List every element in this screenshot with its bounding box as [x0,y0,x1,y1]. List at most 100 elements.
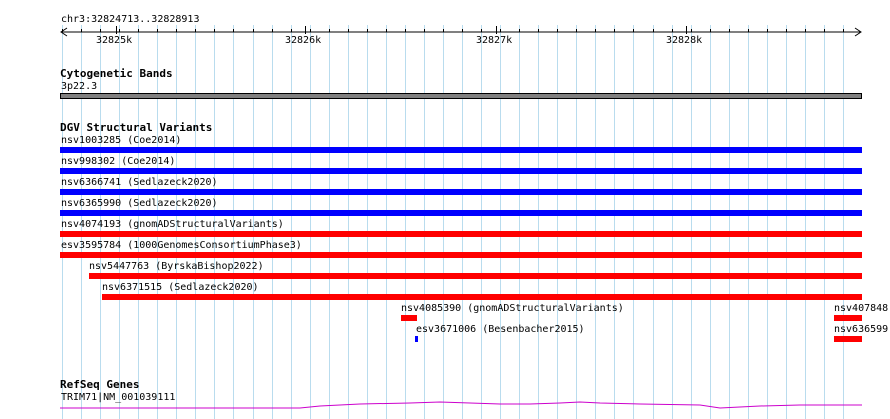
ruler-minor-tick [119,29,120,32]
ruler-minor-tick [843,29,844,32]
ruler-minor-tick [310,29,311,32]
ruler-minor-tick [291,29,292,32]
track-title-refseq: RefSeq Genes [60,378,140,391]
ruler-minor-tick [576,29,577,32]
feature-label: esv3671006 (Besenbacher2015) [416,324,585,335]
variant-bar[interactable] [60,147,862,153]
grid-line [729,25,730,419]
ruler-minor-tick [272,29,273,32]
ruler-minor-tick [729,29,730,32]
track-title-cytobands: Cytogenetic Bands [60,67,173,80]
grid-line [481,25,482,419]
ruler-minor-tick [233,29,234,32]
grid-line [614,25,615,419]
ruler-minor-tick [481,29,482,32]
ruler-minor-tick [405,29,406,32]
grid-line [805,25,806,419]
grid-line [329,25,330,419]
ruler-minor-tick [367,29,368,32]
ruler-minor-tick [672,29,673,32]
grid-line [424,25,425,419]
ruler-minor-tick [653,29,654,32]
ruler-minor-tick [329,29,330,32]
genome-browser-panel: chr3:32824713..32828913 32825k 32826k 3282… [0,0,890,419]
ruler-minor-tick [176,29,177,32]
ruler-minor-tick [691,29,692,32]
grid-line [653,25,654,419]
feature-label: nsv5447763 (ByrskaBishop2022) [89,261,264,272]
ruler-minor-tick [100,29,101,32]
feature-label: nsv6366741 (Sedlazeck2020) [61,177,218,188]
grid-line [500,25,501,419]
variant-bar[interactable] [60,231,862,237]
grid-line [633,25,634,419]
ruler-minor-tick [786,29,787,32]
variant-bar[interactable] [834,336,862,342]
grid-line [462,25,463,419]
ruler-minor-tick [538,29,539,32]
grid-line [405,25,406,419]
grid-line [691,25,692,419]
grid-line [576,25,577,419]
grid-line [310,25,311,419]
feature-label: nsv4085390 (gnomADStructuralVariants) [401,303,624,314]
feature-label: nsv6371515 (Sedlazeck2020) [102,282,259,293]
grid-line [595,25,596,419]
grid-line [672,25,673,419]
grid-line [538,25,539,419]
variant-bar[interactable] [401,315,417,321]
grid-line [786,25,787,419]
feature-label: nsv4074193 (gnomADStructuralVariants) [61,219,284,230]
grid-line [710,25,711,419]
ruler-minor-tick [595,29,596,32]
variant-bar[interactable] [102,294,862,300]
band-label: 3p22.3 [61,81,98,92]
feature-label: nsv407848 [834,303,889,314]
ruler-minor-tick [557,29,558,32]
variant-bar[interactable] [60,252,862,258]
ruler-minor-tick [138,29,139,32]
ruler-minor-tick [824,29,825,32]
variant-bar[interactable] [834,315,862,321]
grid-line [291,25,292,419]
variant-bar[interactable] [60,189,862,195]
feature-label: nsv1003285 (Coe2014) [61,135,182,146]
ruler-minor-tick [805,29,806,32]
ruler-major-tick [496,26,497,34]
variant-bar[interactable] [60,210,862,216]
grid-line [557,25,558,419]
ruler-tick-label: 32825k [96,35,133,46]
grid-line [748,25,749,419]
ruler-major-tick [305,26,306,34]
cytoband-3p22-3[interactable] [60,93,862,99]
gene-model-trim71[interactable] [0,398,890,419]
ruler-minor-tick [443,29,444,32]
ruler-minor-tick [633,29,634,32]
variant-bar[interactable] [89,273,862,279]
grid-line [367,25,368,419]
grid-line [824,25,825,419]
feature-label: nsv998302 (Coe2014) [61,156,176,167]
feature-label: nsv636599 [834,324,889,335]
grid-line [767,25,768,419]
track-title-dgv: DGV Structural Variants [60,121,213,134]
grid-line [443,25,444,419]
ruler-minor-tick [62,29,63,32]
variant-bar[interactable] [60,168,862,174]
ruler-minor-tick [767,29,768,32]
ruler-minor-tick [157,29,158,32]
ruler-minor-tick [710,29,711,32]
ruler-minor-tick [81,29,82,32]
ruler-minor-tick [348,29,349,32]
ruler-minor-tick [253,29,254,32]
ruler-major-tick [686,26,687,34]
variant-bar[interactable] [415,336,418,342]
ruler-axis[interactable] [0,24,890,40]
ruler-tick-label: 32828k [666,35,703,46]
ruler-minor-tick [214,29,215,32]
ruler-minor-tick [614,29,615,32]
ruler-minor-tick [500,29,501,32]
grid-line [519,25,520,419]
feature-label: nsv6365990 (Sedlazeck2020) [61,198,218,209]
ruler-minor-tick [519,29,520,32]
